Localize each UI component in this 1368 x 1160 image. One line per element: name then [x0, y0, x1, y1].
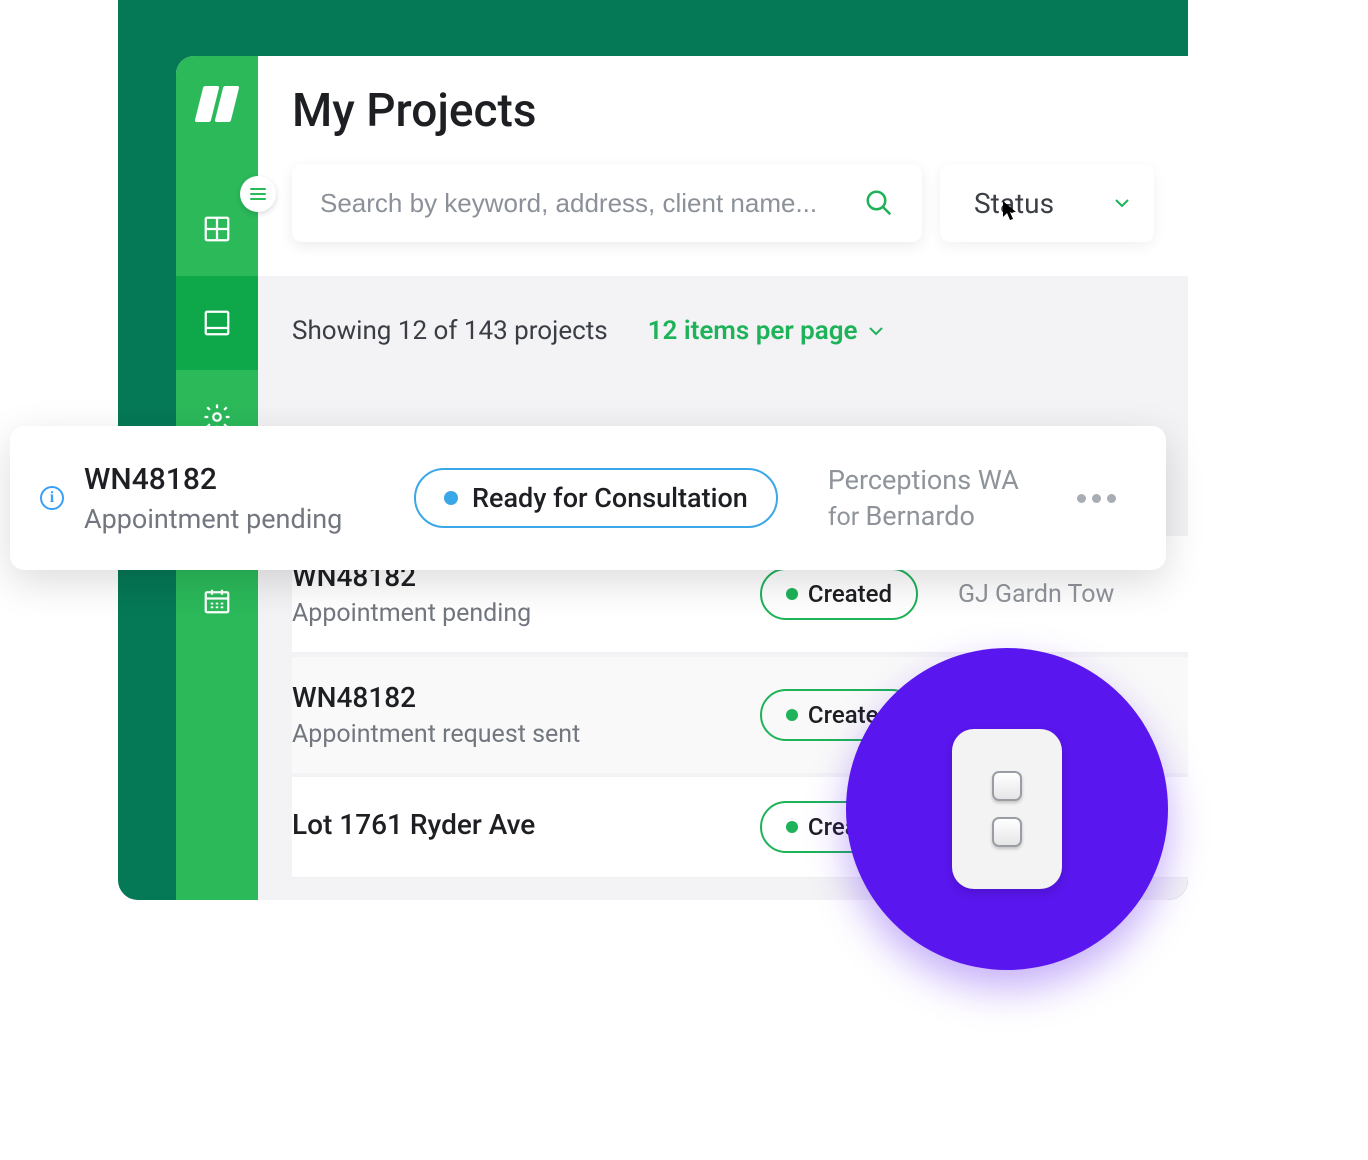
status-label: Created — [808, 580, 892, 608]
cursor-icon — [1002, 200, 1018, 222]
project-client: GJ Gardn Tow — [958, 580, 1158, 609]
status-dot-icon — [786, 588, 798, 600]
project-client-person: for Bernardo — [828, 500, 1077, 532]
status-label: Ready for Consultation — [472, 482, 748, 514]
status-dot-icon — [786, 821, 798, 833]
status-dot-icon — [444, 491, 458, 505]
chevron-down-icon — [1114, 198, 1130, 208]
search-box[interactable] — [292, 164, 922, 242]
info-icon: i — [40, 486, 64, 510]
search-input[interactable] — [320, 188, 864, 219]
chevron-down-icon — [868, 326, 884, 336]
project-subtitle: Appointment pending — [292, 599, 760, 628]
panel-icon — [202, 308, 232, 338]
sidebar-item-projects[interactable] — [176, 276, 258, 370]
search-icon — [864, 188, 894, 218]
status-badge: Created — [760, 568, 918, 620]
switch-plate-icon — [952, 729, 1062, 889]
project-subtitle: Appointment request sent — [292, 720, 760, 749]
header: My Projects Status — [258, 56, 1188, 276]
sidebar-toggle-button[interactable] — [240, 176, 276, 212]
more-actions-button[interactable] — [1077, 494, 1116, 503]
calendar-icon — [202, 586, 232, 616]
status-filter-dropdown[interactable]: Status — [940, 164, 1154, 242]
summary-row: Showing 12 of 143 projects 12 items per … — [258, 276, 1188, 376]
fab-button[interactable] — [846, 648, 1168, 970]
hamburger-icon — [250, 188, 266, 200]
project-subtitle: Appointment pending — [84, 503, 404, 535]
status-badge: Ready for Consultation — [414, 468, 778, 528]
app-logo-icon — [195, 86, 240, 122]
project-client-org: Perceptions WA — [828, 464, 1077, 496]
status-dot-icon — [786, 709, 798, 721]
project-id: Lot 1761 Ryder Ave — [292, 808, 760, 841]
page-title: My Projects — [292, 84, 1154, 138]
controls-row: Status — [292, 138, 1154, 242]
project-detail-card[interactable]: i WN48182 Appointment pending Ready for … — [10, 426, 1166, 570]
items-per-page-label: 12 items per page — [648, 316, 858, 346]
grid-icon — [202, 214, 232, 244]
project-id: WN48182 — [84, 462, 404, 497]
project-id: WN48182 — [292, 681, 760, 714]
items-per-page-dropdown[interactable]: 12 items per page — [648, 316, 884, 346]
results-count: Showing 12 of 143 projects — [292, 316, 608, 346]
